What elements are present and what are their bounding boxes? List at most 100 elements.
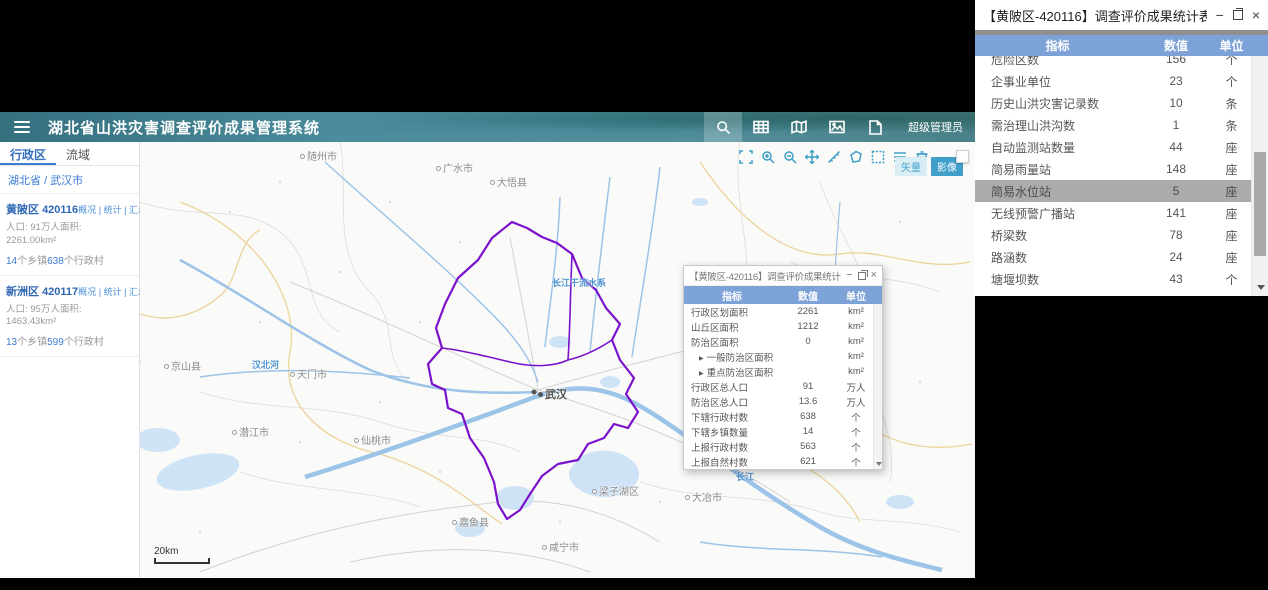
dialog-table-header: 指标 数值 单位 — [684, 286, 882, 304]
map-icon[interactable] — [780, 112, 818, 142]
table-row[interactable]: 简易雨量站 148 座 — [975, 158, 1251, 180]
cell-value: 44 — [1169, 140, 1183, 154]
expand-arrow-icon[interactable]: ▶ — [699, 356, 704, 362]
table-icon[interactable] — [742, 112, 780, 142]
cell-unit: 个 — [851, 412, 861, 424]
link-statistics[interactable]: 统计 — [104, 287, 122, 297]
table-row[interactable]: 防治区总人口 13.6 万人 — [684, 394, 882, 409]
place-marker-icon — [592, 489, 597, 494]
cell-unit: 个 — [851, 457, 861, 469]
cell-value: 638 — [800, 411, 816, 422]
region-links: 概况 | 统计 | 汇总 — [78, 205, 147, 215]
select-icon[interactable] — [870, 149, 885, 164]
cell-label: 路涵数 — [991, 250, 1028, 265]
cell-label: 行政区总人口 — [691, 382, 749, 394]
stats-panel-window[interactable]: 【黄陂区-420116】调查评价成果统计表 − × 指标 数值 单位 危险区数 1… — [975, 0, 1268, 296]
table-row[interactable]: 防治区面积 0 km² — [684, 334, 882, 349]
table-row[interactable]: 行政区划面积 2261 km² — [684, 304, 882, 319]
table-row[interactable]: 下辖乡镇数量 14 个 — [684, 424, 882, 439]
minimize-icon[interactable]: − — [1216, 8, 1224, 22]
breadcrumb-province[interactable]: 湖北省 — [8, 175, 41, 187]
measure-icon[interactable] — [826, 149, 841, 164]
cell-unit: km² — [848, 306, 864, 317]
overview-map-toggle[interactable] — [956, 150, 969, 163]
cell-unit: 座 — [1225, 162, 1238, 177]
table-row[interactable]: 下辖行政村数 638 个 — [684, 409, 882, 424]
table-row[interactable]: 上报自然村数 621 个 — [684, 454, 882, 469]
maximize-icon[interactable] — [1232, 8, 1243, 20]
table-row[interactable]: 行政区总人口 91 万人 — [684, 379, 882, 394]
table-row[interactable]: 塘堰坝数 43 个 — [975, 268, 1251, 290]
stats-dialog[interactable]: 【黄陂区-420116】调查评价成果统计表 − × 指标 数值 单位 行政区划面… — [683, 265, 883, 470]
zoom-in-icon[interactable] — [760, 149, 775, 164]
close-icon[interactable]: × — [871, 270, 877, 281]
breadcrumb-city[interactable]: 武汉市 — [50, 175, 83, 187]
col-unit: 单位 — [1219, 39, 1244, 53]
place-marker-icon — [490, 180, 495, 185]
cell-value: 91 — [802, 381, 814, 392]
region-info: 人口: 91万人面积: 2261.00km² — [6, 222, 82, 246]
search-icon[interactable] — [704, 112, 742, 142]
table-row[interactable]: 无线预警广播站 141 座 — [975, 202, 1251, 224]
cell-unit: 个 — [1225, 272, 1238, 287]
cell-value: 78 — [1169, 228, 1183, 242]
col-unit: 单位 — [846, 291, 866, 303]
basemap-vector-button[interactable]: 矢量 — [895, 157, 927, 176]
region-card-huangpi[interactable]: 黄陂区 420116 概况 | 统计 | 汇总 人口: 91万人面积: 2261… — [0, 194, 147, 276]
col-value: 数值 — [1163, 39, 1188, 53]
draw-polygon-icon[interactable] — [848, 149, 863, 164]
dialog-scrollbar[interactable] — [873, 304, 882, 469]
user-role-label[interactable]: 超级管理员 — [908, 119, 963, 135]
cell-label: 历史山洪灾害记录数 — [991, 96, 1100, 111]
panel-scrollbar[interactable] — [1251, 56, 1268, 296]
scroll-down-icon[interactable] — [1257, 285, 1265, 290]
cell-label: 需治理山洪沟数 — [991, 118, 1076, 133]
link-statistics[interactable]: 统计 — [104, 205, 122, 215]
table-row[interactable]: 简易水位站 5 座 — [975, 180, 1251, 202]
panel-table-body: 危险区数 156 个企事业单位 23 个历史山洪灾害记录数 10 条需治理山洪沟数 1 条自动监… — [975, 56, 1251, 296]
export-document-icon[interactable] — [856, 112, 894, 142]
extent-icon[interactable] — [738, 149, 753, 164]
tab-admin-region[interactable]: 行政区 — [0, 142, 57, 165]
cell-value: 563 — [800, 441, 816, 452]
hamburger-menu-icon[interactable] — [14, 118, 30, 136]
table-row[interactable]: 桥梁数 78 座 — [975, 224, 1251, 246]
scale-label: 20km — [154, 546, 179, 557]
table-row[interactable]: ▶ 一般防治区面积 km² — [684, 349, 882, 364]
cell-unit: km² — [848, 366, 864, 377]
table-row[interactable]: 路涵数 24 座 — [975, 246, 1251, 268]
table-row[interactable]: 需治理山洪沟数 1 条 — [975, 114, 1251, 136]
table-row[interactable]: 企事业单位 23 个 — [975, 70, 1251, 92]
table-row[interactable]: 上报行政村数 563 个 — [684, 439, 882, 454]
link-overview[interactable]: 概况 — [78, 287, 96, 297]
zoom-out-icon[interactable] — [782, 149, 797, 164]
pan-icon[interactable] — [804, 149, 819, 164]
cell-label: 无线预警广播站 — [991, 206, 1076, 221]
place-label: 嘉鱼县 — [452, 514, 489, 529]
cell-unit: 个 — [1225, 56, 1238, 67]
table-row[interactable]: 危险区数 156 个 — [975, 56, 1251, 70]
map-toolbar: 矢量 影像 — [738, 149, 963, 176]
table-row[interactable]: 山丘区面积 1212 km² — [684, 319, 882, 334]
tab-watershed[interactable]: 流域 — [56, 142, 100, 165]
place-marker-icon — [354, 438, 359, 443]
cell-value: 2261 — [797, 306, 819, 317]
water-label: 长江 — [736, 472, 755, 482]
basemap-switch: 矢量 影像 — [895, 157, 963, 176]
scroll-down-icon[interactable] — [876, 462, 882, 466]
place-label: 随州市 — [300, 148, 337, 163]
image-icon[interactable] — [818, 112, 856, 142]
maximize-icon[interactable] — [857, 269, 868, 280]
table-row[interactable]: 自动监测站数量 44 座 — [975, 136, 1251, 158]
region-card-xinzhou[interactable]: 新洲区 420117 概况 | 统计 | 汇总 人口: 95万人面积: 1463… — [0, 276, 147, 358]
table-row[interactable]: 历史山洪灾害记录数 10 条 — [975, 92, 1251, 114]
expand-arrow-icon[interactable]: ▶ — [699, 371, 704, 377]
link-overview[interactable]: 概况 — [78, 205, 96, 215]
cell-value: 14 — [802, 426, 814, 437]
table-row[interactable]: ▶ 重点防治区面积 km² — [684, 364, 882, 379]
map-canvas[interactable]: 随州市 广水市 大悟县 京山县 天门市 潜江市 仙桃市 嘉鱼县 咸宁市 梁子湖区 大冶市 武汉 长江干流… — [140, 142, 975, 578]
place-marker-icon — [452, 520, 457, 525]
close-icon[interactable]: × — [1252, 8, 1260, 22]
scrollbar-thumb[interactable] — [1254, 152, 1266, 256]
minimize-icon[interactable]: − — [846, 270, 852, 281]
